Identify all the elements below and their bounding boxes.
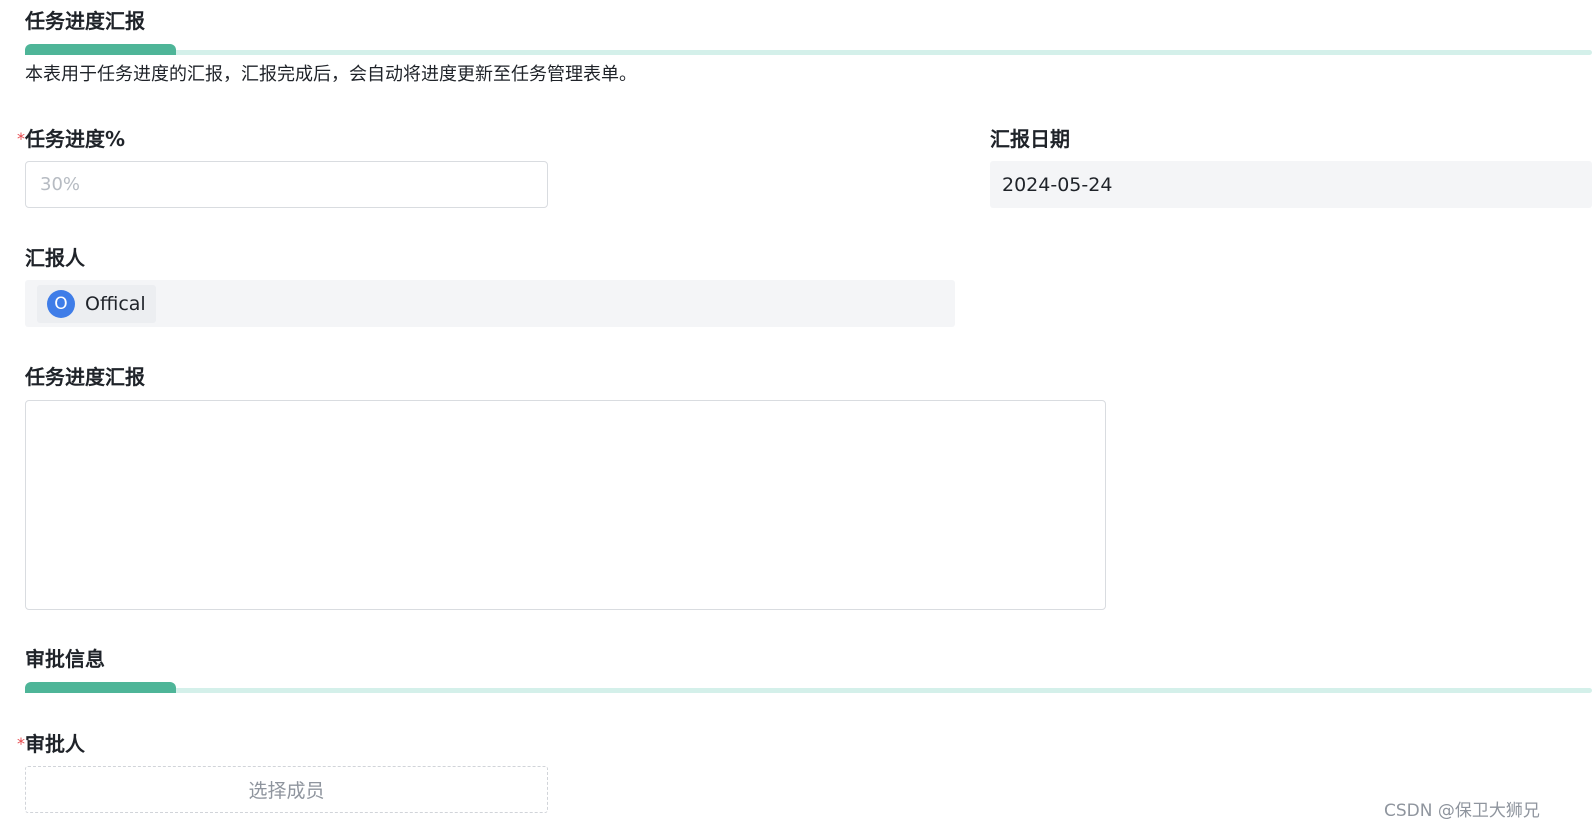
section-divider-track (25, 50, 1592, 55)
report-textarea[interactable] (25, 400, 1106, 610)
date-text: 2024-05-24 (1002, 173, 1113, 196)
input-placeholder: 30% (40, 174, 81, 195)
progress-percent-input[interactable]: 30% (25, 161, 548, 208)
user-chip[interactable]: O Offical (37, 284, 156, 323)
report-date-value: 2024-05-24 (990, 161, 1592, 208)
select-member-button[interactable]: 选择成员 (25, 766, 548, 813)
watermark: CSDN @保卫大狮兄 (1384, 801, 1540, 821)
reporter-field: O Offical (25, 280, 955, 327)
field-label-reporter: 汇报人 (25, 246, 85, 270)
label-text: 审批人 (25, 732, 85, 756)
section-divider-track (25, 688, 1592, 693)
field-label-report-date: 汇报日期 (990, 127, 1070, 151)
section-divider-accent (25, 44, 176, 55)
field-label-approver: * 审批人 (17, 732, 85, 756)
field-label-progress-percent: * 任务进度% (17, 127, 126, 151)
select-member-label: 选择成员 (248, 780, 325, 802)
section-title-approval: 审批信息 (25, 647, 105, 671)
label-text: 任务进度% (25, 127, 126, 151)
avatar: O (47, 289, 75, 318)
required-mark: * (17, 734, 25, 753)
user-name: Offical (85, 292, 146, 315)
section-divider-accent (25, 682, 176, 693)
section-title-progress-report: 任务进度汇报 (25, 9, 145, 33)
form-description: 本表用于任务进度的汇报，汇报完成后，会自动将进度更新至任务管理表单。 (25, 64, 637, 85)
required-mark: * (17, 129, 25, 148)
field-label-report-text: 任务进度汇报 (25, 365, 145, 389)
